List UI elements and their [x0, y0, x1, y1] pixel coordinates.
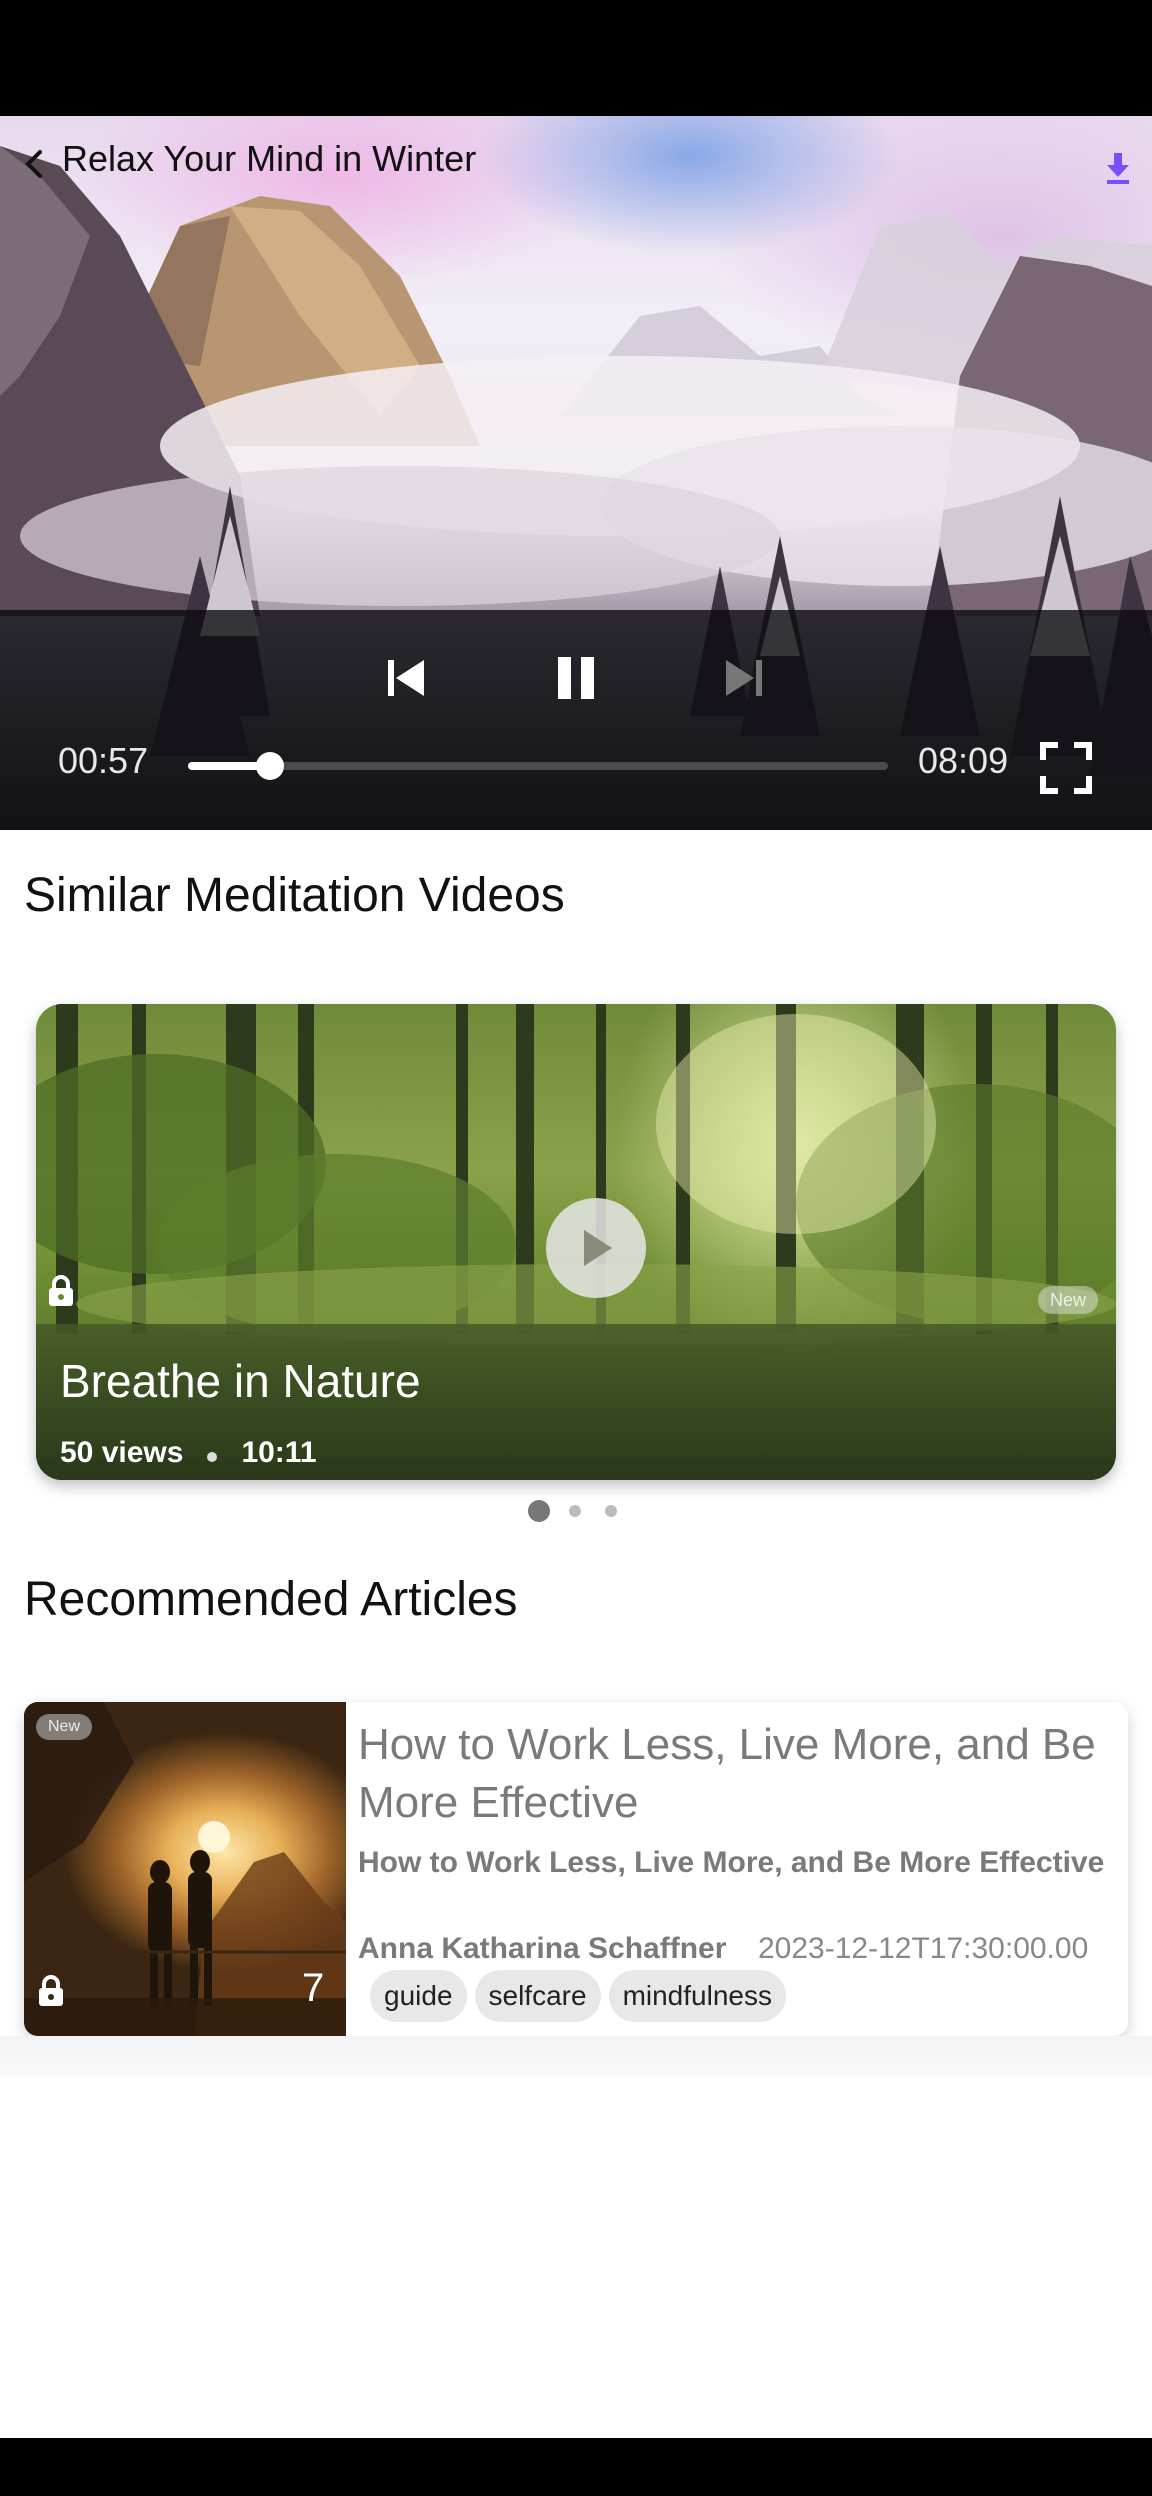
status-bar — [0, 0, 1152, 116]
pause-button[interactable] — [544, 644, 608, 712]
new-badge: New — [1038, 1286, 1098, 1314]
video-player[interactable]: Relax Your Mind in Winter 00:57 08:09 — [0, 116, 1152, 830]
player-controls: 00:57 08:09 — [0, 610, 1152, 830]
current-time: 00:57 — [58, 740, 149, 781]
article-tags: guide selfcare mindfulness — [370, 1970, 786, 2022]
view-count: 50 views — [60, 1436, 184, 1469]
seek-thumb[interactable] — [255, 752, 284, 780]
article-count: 7 — [302, 1966, 325, 2010]
navigation-bar — [0, 2438, 1152, 2496]
sunset-hikers-image — [24, 1702, 346, 2036]
download-icon — [1107, 153, 1129, 184]
new-badge: New — [36, 1714, 92, 1740]
pager-dot[interactable] — [569, 1505, 581, 1517]
total-time: 08:09 — [918, 740, 1009, 781]
chevron-left-icon — [25, 150, 42, 178]
next-button[interactable] — [714, 648, 774, 708]
fullscreen-icon — [1040, 742, 1092, 794]
pager-dot-active[interactable] — [528, 1500, 550, 1522]
seek-bar[interactable] — [188, 752, 888, 780]
article-author: Anna Katharina Schaffner — [358, 1932, 727, 1965]
article-date: 2023-12-12T17:30:00.00 — [758, 1932, 1089, 1965]
article-subtitle: How to Work Less, Live More, and Be More… — [358, 1846, 1105, 1879]
pause-icon — [558, 657, 594, 699]
play-icon — [584, 1230, 612, 1266]
player-header: Relax Your Mind in Winter — [0, 116, 1152, 206]
similar-videos-heading: Similar Meditation Videos — [24, 869, 565, 922]
article-thumbnail: New 7 — [24, 1702, 346, 2036]
article-title[interactable]: How to Work Less, Live More, and Be More… — [358, 1716, 1118, 1832]
previous-button[interactable] — [376, 648, 436, 708]
skip-previous-icon — [388, 660, 424, 696]
recommended-articles-heading: Recommended Articles — [24, 1573, 518, 1626]
article-card[interactable]: New 7 How to Work Less, Live More, and B… — [24, 1702, 1128, 2036]
play-button[interactable] — [546, 1198, 646, 1298]
tag-chip[interactable]: selfcare — [474, 1970, 601, 2022]
lock-icon — [36, 1974, 66, 2008]
separator-dot — [207, 1452, 218, 1462]
pager-dot[interactable] — [605, 1505, 617, 1517]
video-card[interactable]: New Breathe in Nature 50 views 10:11 — [36, 1004, 1116, 1480]
video-title: Relax Your Mind in Winter — [62, 138, 477, 179]
carousel-pager — [0, 1498, 1152, 1522]
skip-next-icon — [726, 660, 762, 696]
back-button[interactable] — [14, 142, 54, 186]
list-footer — [0, 2036, 1152, 2076]
tag-chip[interactable]: mindfulness — [608, 1970, 786, 2022]
video-card-title: Breathe in Nature — [60, 1355, 421, 1407]
lock-icon — [46, 1274, 76, 1308]
fullscreen-button[interactable] — [1036, 738, 1096, 798]
tag-chip[interactable]: guide — [370, 1970, 467, 2022]
video-duration: 10:11 — [241, 1436, 317, 1469]
video-card-meta: 50 views 10:11 — [60, 1436, 317, 1470]
download-button[interactable] — [1098, 146, 1138, 190]
